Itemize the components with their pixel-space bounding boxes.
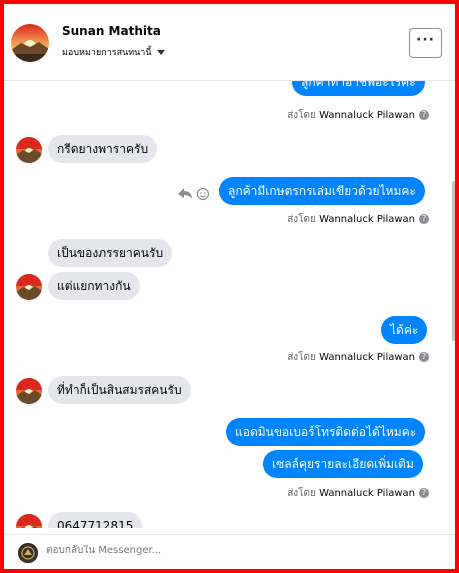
more-options-button[interactable]: ··· (409, 28, 442, 58)
caret-down-icon (156, 50, 165, 55)
emoji-icon (196, 187, 210, 201)
sender-name: Wannaluck Pilawan (319, 214, 415, 225)
sent-by-prefix: ส่งโดย (287, 352, 316, 363)
sender-name: Wannaluck Pilawan (319, 488, 415, 499)
message-bubble-incoming[interactable]: เป็นของภรรยาคนรับ (48, 239, 173, 267)
message-bubble-incoming[interactable]: แต่แยกทางกัน (48, 272, 140, 300)
assign-conversation-label: มอบหมายการสนทนานี้ (62, 48, 152, 58)
message-bubble-outgoing[interactable]: ได้ค่ะ (381, 316, 428, 344)
contact-avatar[interactable] (11, 24, 49, 62)
message-actions (176, 185, 212, 203)
contact-avatar-small (16, 137, 42, 163)
reply-bar (4, 534, 455, 569)
sender-name: Wannaluck Pilawan (319, 110, 415, 121)
sent-by-prefix: ส่งโดย (287, 214, 316, 225)
message-bubble-incoming[interactable]: กรีดยางพาราครับ (48, 135, 158, 163)
message-bubble-incoming[interactable]: 0647712815 (48, 512, 143, 528)
message-list[interactable]: ลูกค้าทำอาชีพอะไรคะ ส่งโดย Wannaluck Pil… (4, 81, 455, 528)
info-icon[interactable]: ? (419, 214, 429, 224)
scrollbar[interactable] (452, 181, 455, 341)
sent-by-meta: ส่งโดย Wannaluck Pilawan? (287, 486, 429, 501)
reply-icon (178, 188, 192, 199)
more-options-label: ··· (416, 32, 435, 48)
contact-name[interactable]: Sunan Mathita (62, 24, 161, 38)
message-bubble-outgoing[interactable]: ลูกค้าทำอาชีพอะไรคะ (292, 81, 425, 96)
conversation-header: Sunan Mathita มอบหมายการสนทนานี้ ··· (4, 4, 455, 81)
sent-by-meta: ส่งโดย Wannaluck Pilawan? (287, 212, 429, 227)
contact-avatar-small (16, 378, 42, 404)
reply-input[interactable] (46, 545, 426, 556)
message-bubble-outgoing[interactable]: ลูกค้ามีเกษตรกรเล่มเขียวด้วยไหมคะ (219, 177, 425, 205)
sent-by-prefix: ส่งโดย (287, 110, 316, 121)
sender-name: Wannaluck Pilawan (319, 352, 415, 363)
info-icon[interactable]: ? (419, 488, 429, 498)
sent-by-prefix: ส่งโดย (287, 488, 316, 499)
sent-by-meta: ส่งโดย Wannaluck Pilawan? (287, 350, 429, 365)
messenger-panel: Sunan Mathita มอบหมายการสนทนานี้ ··· ลูก… (4, 4, 455, 569)
assign-conversation-dropdown[interactable]: มอบหมายการสนทนานี้ (62, 45, 165, 59)
message-bubble-outgoing[interactable]: เซลล์คุยรายละเอียดเพิ่มเติม (263, 450, 423, 478)
message-bubble-outgoing[interactable]: แอดมินขอเบอร์โทรติดต่อได้ไหมคะ (226, 418, 426, 446)
page-avatar (18, 543, 38, 563)
sent-by-meta: ส่งโดย Wannaluck Pilawan? (287, 108, 429, 123)
contact-avatar-small (16, 514, 42, 528)
info-icon[interactable]: ? (419, 110, 429, 120)
message-bubble-incoming[interactable]: ที่ทำก็เป็นสินสมรสคนรับ (48, 376, 191, 404)
info-icon[interactable]: ? (419, 352, 429, 362)
contact-avatar-small (16, 274, 42, 300)
